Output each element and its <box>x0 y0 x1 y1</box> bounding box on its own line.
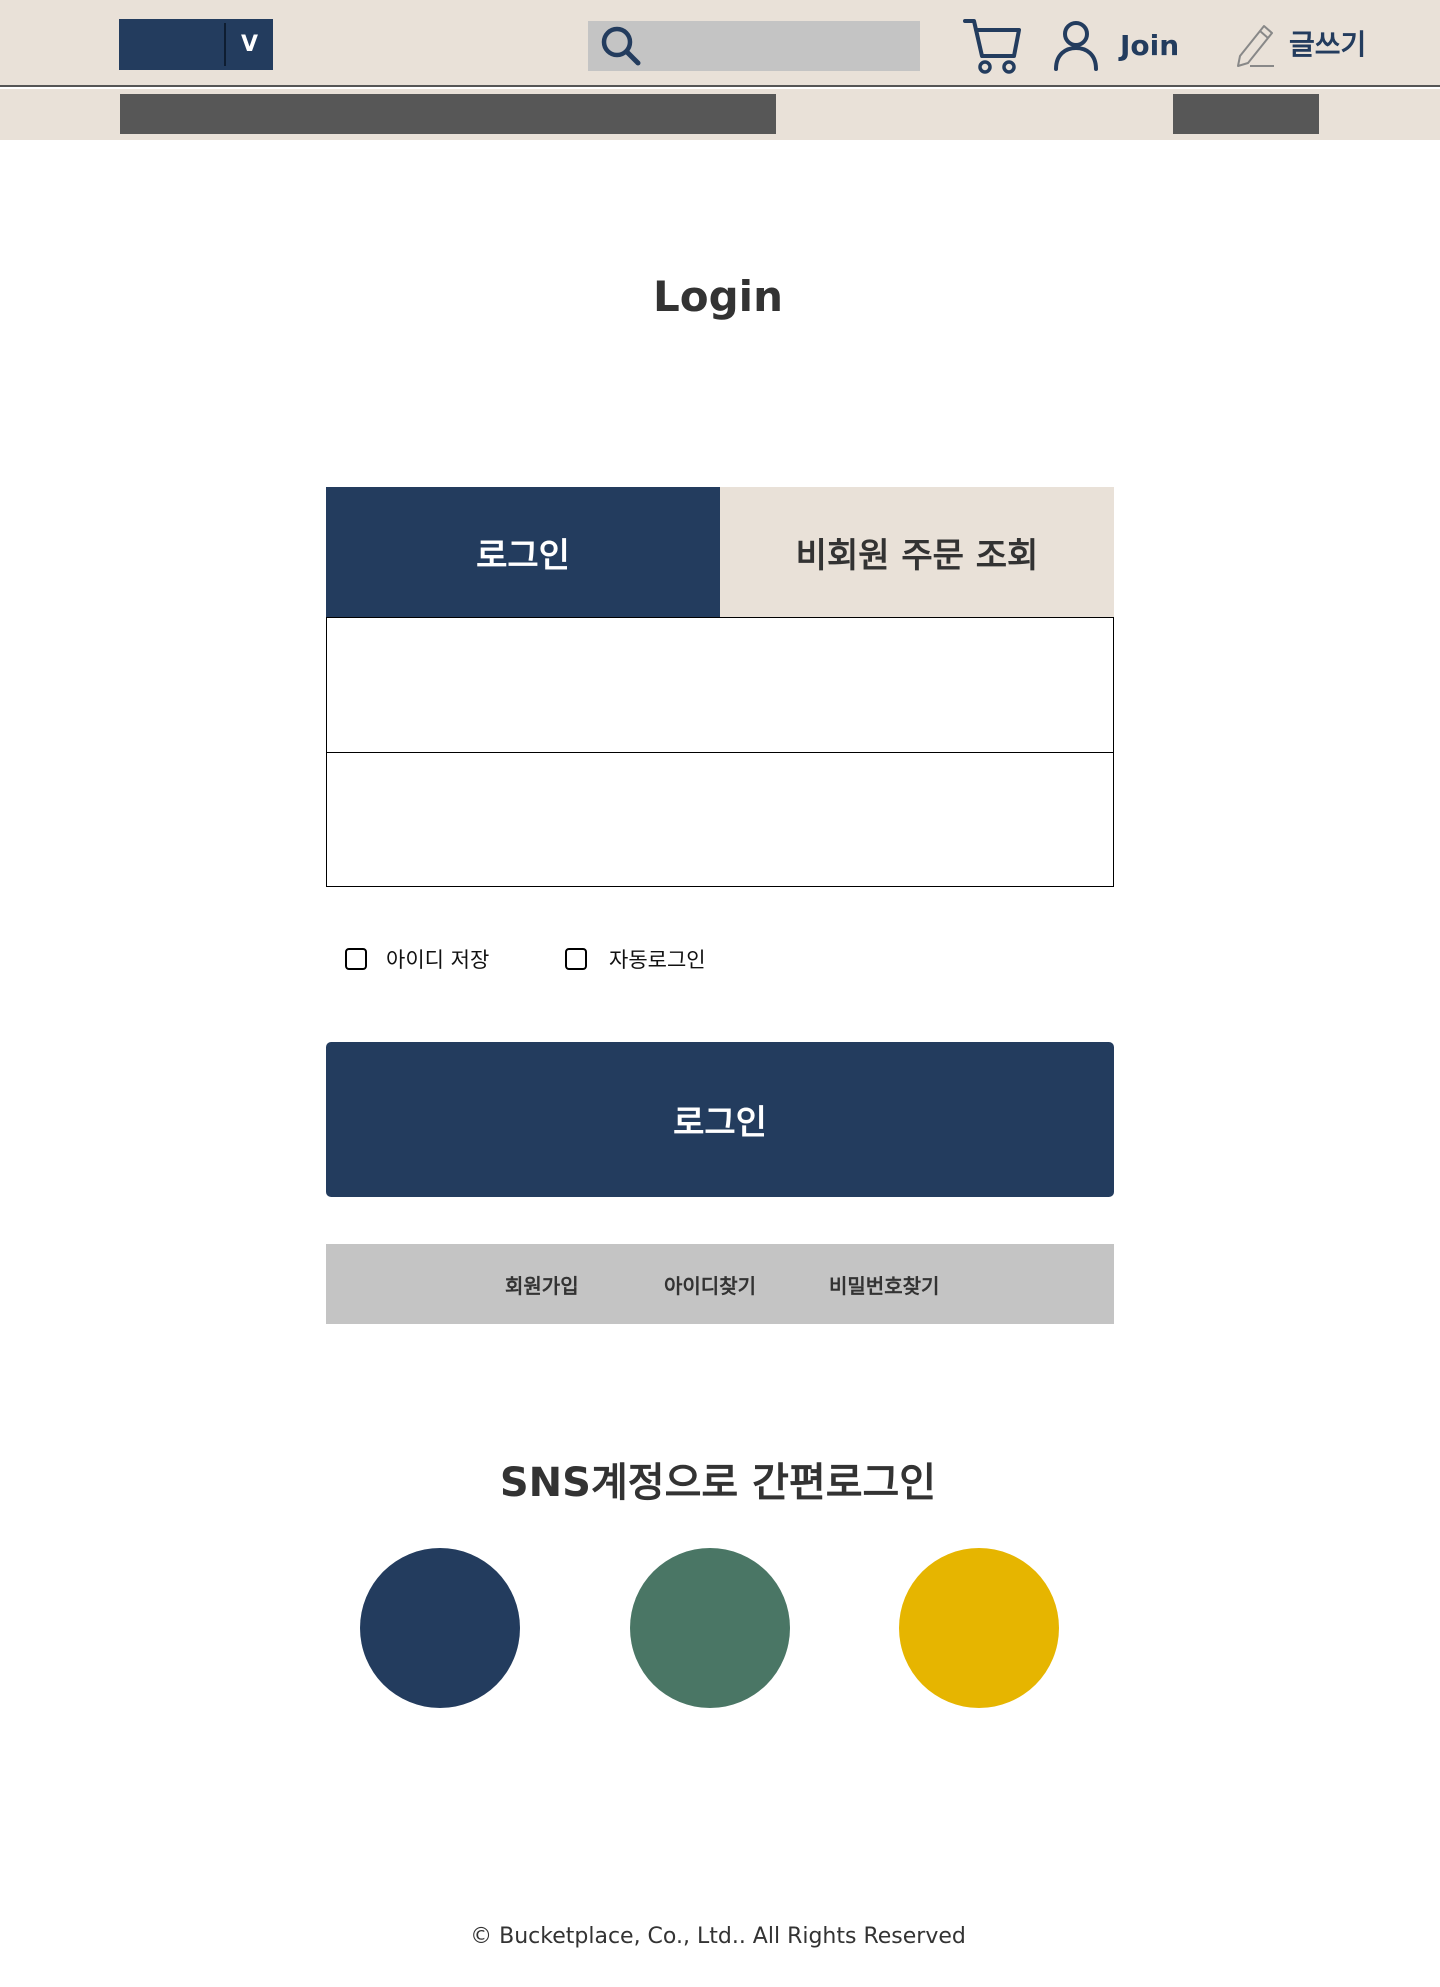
password-input[interactable] <box>327 753 1113 886</box>
tab-login[interactable]: 로그인 <box>326 487 720 617</box>
footer-copyright: © Bucketplace, Co., Ltd.. All Rights Res… <box>470 1924 966 1949</box>
logo-dropdown-toggle[interactable]: V <box>226 19 273 70</box>
nav-menu-placeholder[interactable] <box>120 94 776 134</box>
save-id-checkbox[interactable] <box>345 948 367 970</box>
auto-login-checkbox[interactable] <box>565 948 587 970</box>
password-field-container <box>326 752 1114 887</box>
cart-icon[interactable] <box>962 16 1022 76</box>
nav-side-placeholder[interactable] <box>1173 94 1319 134</box>
user-icon[interactable] <box>1051 18 1101 72</box>
login-button[interactable]: 로그인 <box>326 1042 1114 1197</box>
sns-login-button-3[interactable] <box>899 1548 1059 1708</box>
save-id-label[interactable]: 아이디 저장 <box>386 944 489 974</box>
id-field-container <box>326 617 1114 753</box>
join-link[interactable]: Join <box>1120 20 1179 70</box>
tab-guest-order[interactable]: 비회원 주문 조회 <box>720 487 1114 617</box>
id-input[interactable] <box>327 618 1113 752</box>
sns-login-title: SNS계정으로 간편로그인 <box>499 1460 937 1506</box>
signup-link[interactable]: 회원가입 <box>505 1270 579 1299</box>
find-id-link[interactable]: 아이디찾기 <box>664 1270 756 1299</box>
sns-login-button-2[interactable] <box>630 1548 790 1708</box>
search-icon[interactable] <box>598 23 644 69</box>
sns-login-button-1[interactable] <box>360 1548 520 1708</box>
find-password-link[interactable]: 비밀번호찾기 <box>829 1270 939 1299</box>
page-title: Login <box>653 272 783 321</box>
write-link[interactable]: 글쓰기 <box>1289 18 1366 68</box>
auto-login-label[interactable]: 자동로그인 <box>609 944 706 974</box>
pencil-icon[interactable] <box>1232 20 1278 68</box>
